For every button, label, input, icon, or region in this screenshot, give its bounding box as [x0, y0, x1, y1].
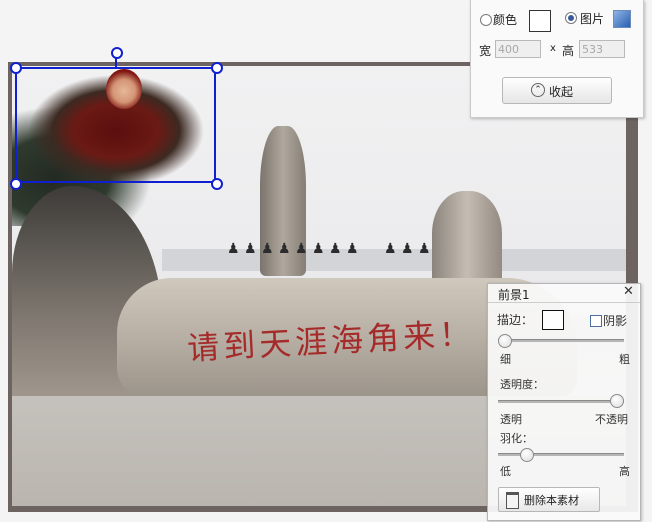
feather-slider-thumb[interactable] — [520, 448, 535, 462]
opacity-slider-thumb[interactable] — [610, 394, 624, 408]
image-label: 图片 — [580, 12, 605, 26]
width-label: 宽 — [479, 44, 492, 58]
height-label: 高 — [562, 44, 575, 58]
opaque-label: 不透明 — [595, 413, 628, 426]
delete-label: 删除本素材 — [524, 494, 579, 507]
background-settings-panel: 颜色 图片 宽 x 高 ⌃ 收起 — [470, 0, 644, 118]
thick-label: 粗 — [619, 353, 630, 366]
delete-material-button[interactable]: 删除本素材 — [498, 487, 600, 512]
tourists: ♟ ♟ ♟ ♟ ♟ ♟ ♟ ♟ — [227, 241, 359, 257]
shadow-label: 阴影 — [603, 314, 628, 328]
stroke-slider-thumb[interactable] — [498, 334, 512, 348]
width-input[interactable] — [495, 40, 541, 58]
stroke-slider[interactable] — [498, 339, 624, 342]
opacity-label: 透明度： — [500, 378, 544, 391]
collapse-label: 收起 — [549, 85, 574, 99]
resize-handle-top-right[interactable] — [211, 62, 223, 74]
resize-handle-bottom-right[interactable] — [211, 178, 223, 190]
high-label: 高 — [619, 465, 630, 478]
resize-handle-bottom-left[interactable] — [10, 178, 22, 190]
tourists-right: ♟ ♟ ♟ — [384, 241, 431, 257]
low-label: 低 — [500, 465, 511, 478]
title-divider — [488, 302, 640, 303]
foreground-properties-panel: 前景1 ✕ 描边： 阴影 细 粗 透明度： 透明 不透明 羽化： 低 高 删除本… — [487, 283, 641, 521]
shadow-checkbox[interactable] — [590, 315, 602, 327]
image-picker-icon[interactable] — [613, 10, 631, 28]
size-separator: x — [550, 43, 556, 54]
thin-label: 细 — [500, 353, 511, 366]
opacity-slider[interactable] — [498, 400, 624, 403]
feather-label: 羽化： — [500, 432, 533, 445]
trash-icon — [506, 492, 519, 509]
stroke-color-swatch[interactable] — [542, 310, 564, 330]
rotate-handle[interactable] — [111, 47, 123, 59]
stroke-label: 描边： — [497, 313, 534, 327]
selection-box[interactable] — [15, 67, 216, 183]
image-radio[interactable] — [565, 12, 577, 24]
height-input[interactable] — [579, 40, 625, 58]
transparent-label: 透明 — [500, 413, 522, 426]
panel-title: 前景1 — [498, 288, 530, 302]
collapse-button[interactable]: ⌃ 收起 — [502, 77, 612, 104]
right-rock-pillar — [432, 191, 502, 286]
color-label: 颜色 — [493, 13, 518, 27]
close-icon[interactable]: ✕ — [623, 284, 634, 299]
chevron-up-icon: ⌃ — [531, 83, 545, 97]
color-swatch[interactable] — [529, 10, 551, 32]
color-radio[interactable] — [480, 14, 492, 26]
feather-slider[interactable] — [498, 453, 624, 456]
resize-handle-top-left[interactable] — [10, 62, 22, 74]
